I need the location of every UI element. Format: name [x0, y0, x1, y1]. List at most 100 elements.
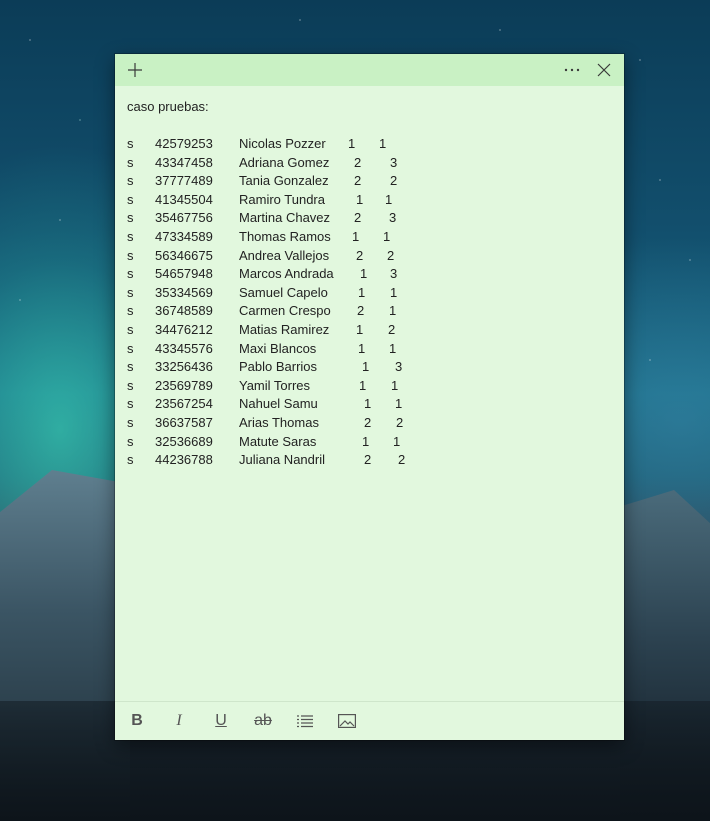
note-row: s 41345504 Ramiro Tundra 1 1 [127, 191, 612, 210]
row-marker: s [127, 414, 134, 430]
row-name: Matute Saras [239, 433, 317, 449]
image-icon [338, 714, 356, 728]
note-row: s 47334589 Thomas Ramos 1 1 [127, 228, 612, 247]
row-value-a: 2 [356, 247, 364, 263]
note-row: s 23567254 Nahuel Samu 1 1 [127, 395, 612, 414]
row-id: 32536689 [155, 433, 213, 449]
row-value-a: 2 [364, 414, 372, 430]
underline-button[interactable]: U [209, 709, 233, 733]
row-id: 56346675 [155, 247, 213, 263]
note-titlebar[interactable] [115, 54, 624, 86]
row-id: 33256436 [155, 359, 213, 375]
strikethrough-button[interactable]: ab [251, 709, 275, 733]
row-value-b: 1 [395, 396, 403, 412]
row-marker: s [127, 340, 134, 356]
insert-image-button[interactable] [335, 709, 359, 733]
row-marker: s [127, 210, 134, 226]
row-name: Nicolas Pozzer [239, 136, 326, 151]
note-heading: caso pruebas: [127, 99, 209, 114]
row-id: 36637587 [155, 414, 213, 430]
row-id: 23569789 [155, 377, 213, 393]
note-row: s 42579253 Nicolas Pozzer 1 1 [127, 135, 612, 154]
row-value-a: 2 [354, 173, 362, 189]
row-marker: s [127, 452, 134, 468]
row-marker: s [127, 191, 134, 207]
row-name: Samuel Capelo [239, 284, 328, 300]
row-name: Maxi Blancos [239, 340, 317, 356]
row-value-b: 2 [387, 247, 395, 263]
note-row: s 33256436 Pablo Barrios 1 3 [127, 358, 612, 377]
note-row: s 36637587 Arias Thomas 2 2 [127, 414, 612, 433]
row-id: 54657948 [155, 266, 213, 282]
note-row: s 56346675 Andrea Vallejos 2 2 [127, 247, 612, 266]
row-value-a: 2 [354, 210, 362, 226]
row-value-b: 1 [389, 303, 397, 319]
row-id: 42579253 [155, 136, 213, 151]
plus-icon[interactable] [121, 56, 149, 84]
row-id: 34476212 [155, 321, 213, 337]
row-marker: s [127, 377, 134, 393]
row-name: Tania Gonzalez [239, 173, 329, 189]
row-value-b: 2 [398, 452, 406, 468]
row-marker: s [127, 321, 134, 337]
row-id: 37777489 [155, 173, 213, 189]
row-value-a: 1 [356, 321, 364, 337]
row-id: 43347458 [155, 154, 213, 170]
bold-button[interactable]: B [125, 709, 149, 733]
close-icon[interactable] [590, 56, 618, 84]
row-marker: s [127, 154, 134, 170]
row-id: 36748589 [155, 303, 213, 319]
note-row: s 35334569 Samuel Capelo 1 1 [127, 284, 612, 303]
note-row: s 43347458 Adriana Gomez 2 3 [127, 154, 612, 173]
row-value-a: 1 [358, 284, 366, 300]
row-name: Pablo Barrios [239, 359, 318, 375]
bulleted-list-button[interactable] [293, 709, 317, 733]
row-value-b: 1 [390, 284, 398, 300]
row-name: Martina Chavez [239, 210, 331, 226]
row-id: 44236788 [155, 452, 213, 468]
note-row: s 32536689 Matute Saras 1 1 [127, 433, 612, 452]
row-name: Nahuel Samu [239, 396, 318, 412]
row-id: 47334589 [155, 228, 213, 244]
row-name: Carmen Crespo [239, 303, 331, 319]
row-value-b: 1 [393, 433, 401, 449]
note-row: s 23569789 Yamil Torres 1 1 [127, 377, 612, 396]
note-row: s 37777489 Tania Gonzalez 2 2 [127, 172, 612, 191]
row-marker: s [127, 284, 134, 300]
row-name: Arias Thomas [239, 414, 319, 430]
row-value-a: 1 [352, 228, 360, 244]
row-value-a: 1 [348, 136, 356, 151]
row-value-b: 1 [389, 340, 397, 356]
row-value-b: 2 [388, 321, 396, 337]
note-row: s 43345576 Maxi Blancos 1 1 [127, 340, 612, 359]
row-value-a: 1 [364, 396, 372, 412]
row-name: Marcos Andrada [239, 266, 334, 282]
row-marker: s [127, 228, 134, 244]
bulleted-list-icon [297, 715, 313, 728]
row-value-a: 2 [364, 452, 372, 468]
row-name: Adriana Gomez [239, 154, 330, 170]
formatting-toolbar: B I U ab [115, 701, 624, 740]
row-marker: s [127, 173, 134, 189]
ellipsis-icon[interactable] [558, 56, 586, 84]
row-marker: s [127, 396, 134, 412]
row-id: 23567254 [155, 396, 213, 412]
note-row: s 44236788 Juliana Nandril 2 2 [127, 451, 612, 470]
row-name: Andrea Vallejos [239, 247, 330, 263]
row-id: 35467756 [155, 210, 213, 226]
row-name: Matias Ramirez [239, 321, 330, 337]
row-value-a: 1 [362, 359, 370, 375]
note-text-area[interactable]: caso pruebas: s 42579253 Nicolas Pozzer 1 1 s… [115, 86, 624, 701]
row-value-b: 1 [383, 228, 391, 244]
row-marker: s [127, 433, 134, 449]
row-marker: s [127, 266, 134, 282]
sticky-note-window: caso pruebas: s 42579253 Nicolas Pozzer 1 1 s… [115, 54, 624, 740]
row-value-b: 1 [379, 136, 387, 151]
row-id: 35334569 [155, 284, 213, 300]
row-value-b: 1 [385, 191, 393, 207]
row-id: 41345504 [155, 191, 213, 207]
row-marker: s [127, 136, 134, 151]
italic-button[interactable]: I [167, 709, 191, 733]
row-value-b: 3 [390, 266, 398, 282]
